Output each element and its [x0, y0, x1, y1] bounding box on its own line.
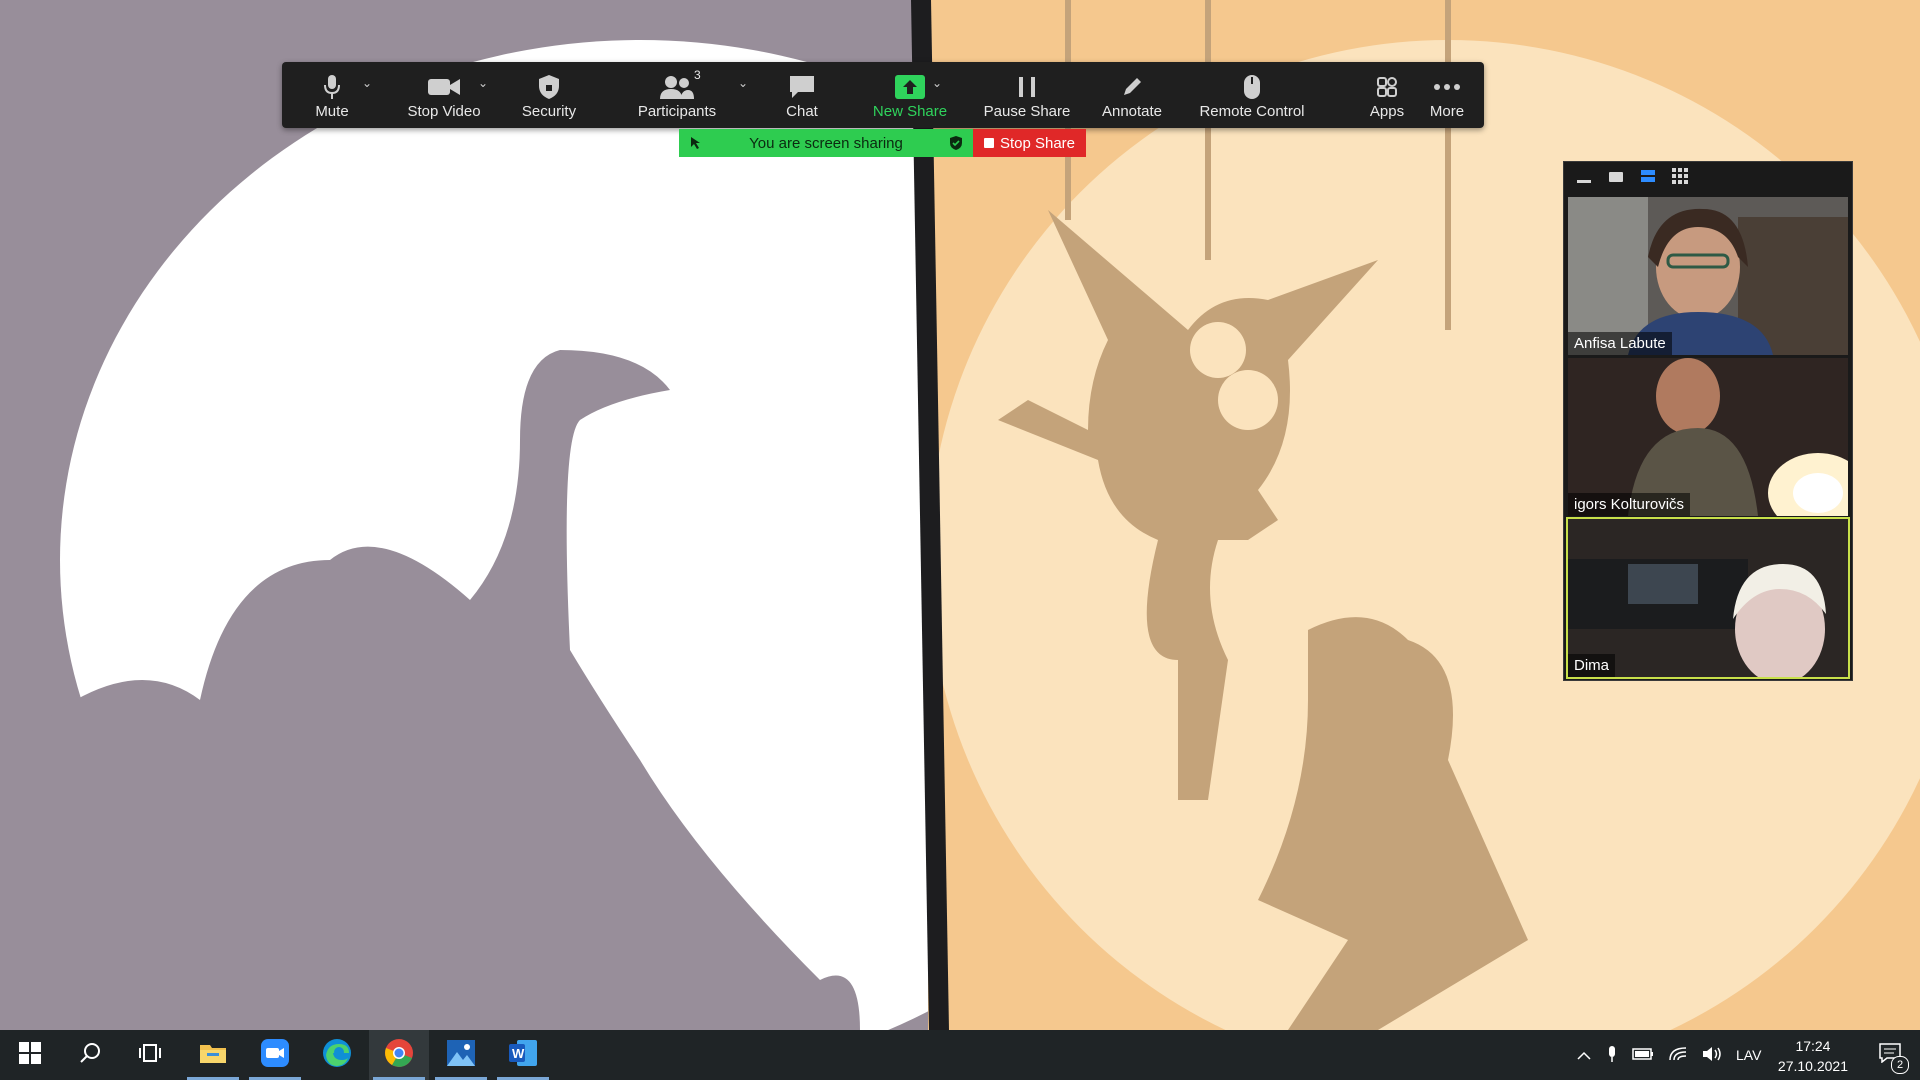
participant-video-tile[interactable]: igors Kolturovičs — [1568, 358, 1848, 516]
video-panel-header — [1564, 162, 1852, 195]
show-hidden-icons-chevron-icon[interactable] — [1576, 1047, 1592, 1063]
search-button[interactable] — [60, 1030, 120, 1080]
chat-label: Chat — [786, 103, 818, 120]
mouse-icon — [1235, 72, 1269, 102]
screen-sharing-banner[interactable]: You are screen sharing — [679, 129, 973, 157]
mute-label: Mute — [315, 103, 349, 120]
pause-share-label: Pause Share — [983, 103, 1071, 120]
photos-taskbar-button[interactable] — [431, 1030, 491, 1080]
notification-center-button[interactable]: 2 — [1860, 1030, 1920, 1080]
meeting-toolbar: Mute ⌄ Stop Video ⌄ Security 3 Participa… — [282, 62, 1484, 128]
share-options-chevron-icon[interactable]: ⌄ — [932, 76, 944, 90]
photos-icon — [447, 1039, 475, 1071]
participants-button[interactable]: 3 Participants — [622, 62, 732, 128]
stop-share-button[interactable]: Stop Share — [973, 129, 1086, 157]
participants-count: 3 — [694, 68, 701, 82]
apps-label: Apps — [1369, 103, 1405, 120]
encryption-shield-icon[interactable] — [949, 135, 963, 155]
input-language-indicator[interactable]: LAV — [1736, 1047, 1761, 1063]
pause-icon — [1010, 72, 1044, 102]
participants-options-chevron-icon[interactable]: ⌄ — [738, 76, 750, 90]
notification-icon: 2 — [1879, 1042, 1909, 1074]
folder-icon — [199, 1041, 227, 1070]
security-label: Security — [521, 103, 577, 120]
wifi-icon[interactable] — [1668, 1046, 1688, 1065]
chrome-browser-icon — [384, 1038, 414, 1073]
participant-name: igors Kolturovičs — [1568, 493, 1691, 516]
mute-options-chevron-icon[interactable]: ⌄ — [362, 76, 374, 90]
taskbar-clock[interactable]: 17:24 27.10.2021 — [1778, 1036, 1848, 1076]
screen-sharing-text: You are screen sharing — [749, 134, 903, 152]
task-view-icon — [138, 1043, 162, 1068]
notification-count-badge: 2 — [1891, 1055, 1909, 1074]
pause-share-button[interactable]: Pause Share — [962, 62, 1092, 128]
annotate-button[interactable]: Annotate — [1082, 62, 1182, 128]
more-button[interactable]: More — [1412, 62, 1482, 128]
video-thumbnail-panel: Anfisa Labute igors Kolturovičs Dima — [1563, 161, 1853, 681]
mute-button[interactable]: Mute — [292, 62, 372, 128]
grid-view-icon[interactable] — [1672, 168, 1688, 189]
start-button[interactable] — [0, 1030, 60, 1080]
zoom-taskbar-button[interactable] — [245, 1030, 305, 1080]
participants-icon — [660, 72, 694, 102]
stop-video-button[interactable]: Stop Video — [394, 62, 494, 128]
video-camera-icon — [427, 72, 461, 102]
minimize-icon[interactable] — [1576, 170, 1592, 188]
microphone-in-use-icon[interactable] — [1606, 1045, 1618, 1066]
more-dots-icon — [1430, 72, 1464, 102]
video-options-chevron-icon[interactable]: ⌄ — [478, 76, 490, 90]
remote-control-label: Remote Control — [1199, 103, 1305, 120]
participant-name: Anfisa Labute — [1568, 332, 1672, 355]
file-explorer-taskbar-button[interactable] — [183, 1030, 243, 1080]
edge-taskbar-button[interactable] — [307, 1030, 367, 1080]
share-screen-icon — [893, 72, 927, 102]
svg-text:W: W — [512, 1046, 525, 1061]
remote-control-button[interactable]: Remote Control — [1172, 62, 1332, 128]
more-label: More — [1429, 103, 1465, 120]
chat-bubble-icon — [785, 72, 819, 102]
strip-view-icon[interactable] — [1640, 169, 1656, 188]
stop-share-label: Stop Share — [999, 134, 1076, 152]
search-icon — [79, 1042, 101, 1069]
apps-icon — [1370, 72, 1404, 102]
single-video-view-icon[interactable] — [1608, 170, 1624, 188]
task-view-button[interactable] — [120, 1030, 180, 1080]
edge-browser-icon — [322, 1038, 352, 1073]
participant-video-tile[interactable]: Anfisa Labute — [1568, 197, 1848, 355]
windows-logo-icon — [19, 1041, 41, 1069]
system-tray: LAV — [1576, 1030, 1761, 1080]
security-button[interactable]: Security — [504, 62, 594, 128]
battery-icon[interactable] — [1632, 1047, 1654, 1064]
stop-square-icon — [983, 138, 994, 148]
pencil-icon — [1115, 72, 1149, 102]
participant-name: Dima — [1568, 654, 1616, 677]
participants-label: Participants — [637, 103, 717, 120]
stop-video-label: Stop Video — [407, 103, 481, 120]
windows-taskbar: W LAV 17:24 27.10.2021 2 — [0, 1030, 1920, 1080]
chrome-taskbar-button[interactable] — [369, 1030, 429, 1080]
shield-icon — [532, 72, 566, 102]
word-app-icon: W — [509, 1039, 537, 1071]
word-taskbar-button[interactable]: W — [493, 1030, 553, 1080]
microphone-icon — [315, 72, 349, 102]
annotate-label: Annotate — [1101, 103, 1163, 120]
active-speaker-video-tile[interactable]: Dima — [1566, 517, 1850, 679]
zoom-app-icon — [261, 1038, 289, 1072]
new-share-label: New Share — [872, 103, 948, 120]
new-share-button[interactable]: New Share — [860, 62, 960, 128]
clock-date: 27.10.2021 — [1777, 1058, 1848, 1074]
volume-icon[interactable] — [1702, 1046, 1722, 1065]
drag-handle-icon — [687, 135, 701, 155]
clock-time: 17:24 — [1795, 1038, 1831, 1054]
chat-button[interactable]: Chat — [762, 62, 842, 128]
